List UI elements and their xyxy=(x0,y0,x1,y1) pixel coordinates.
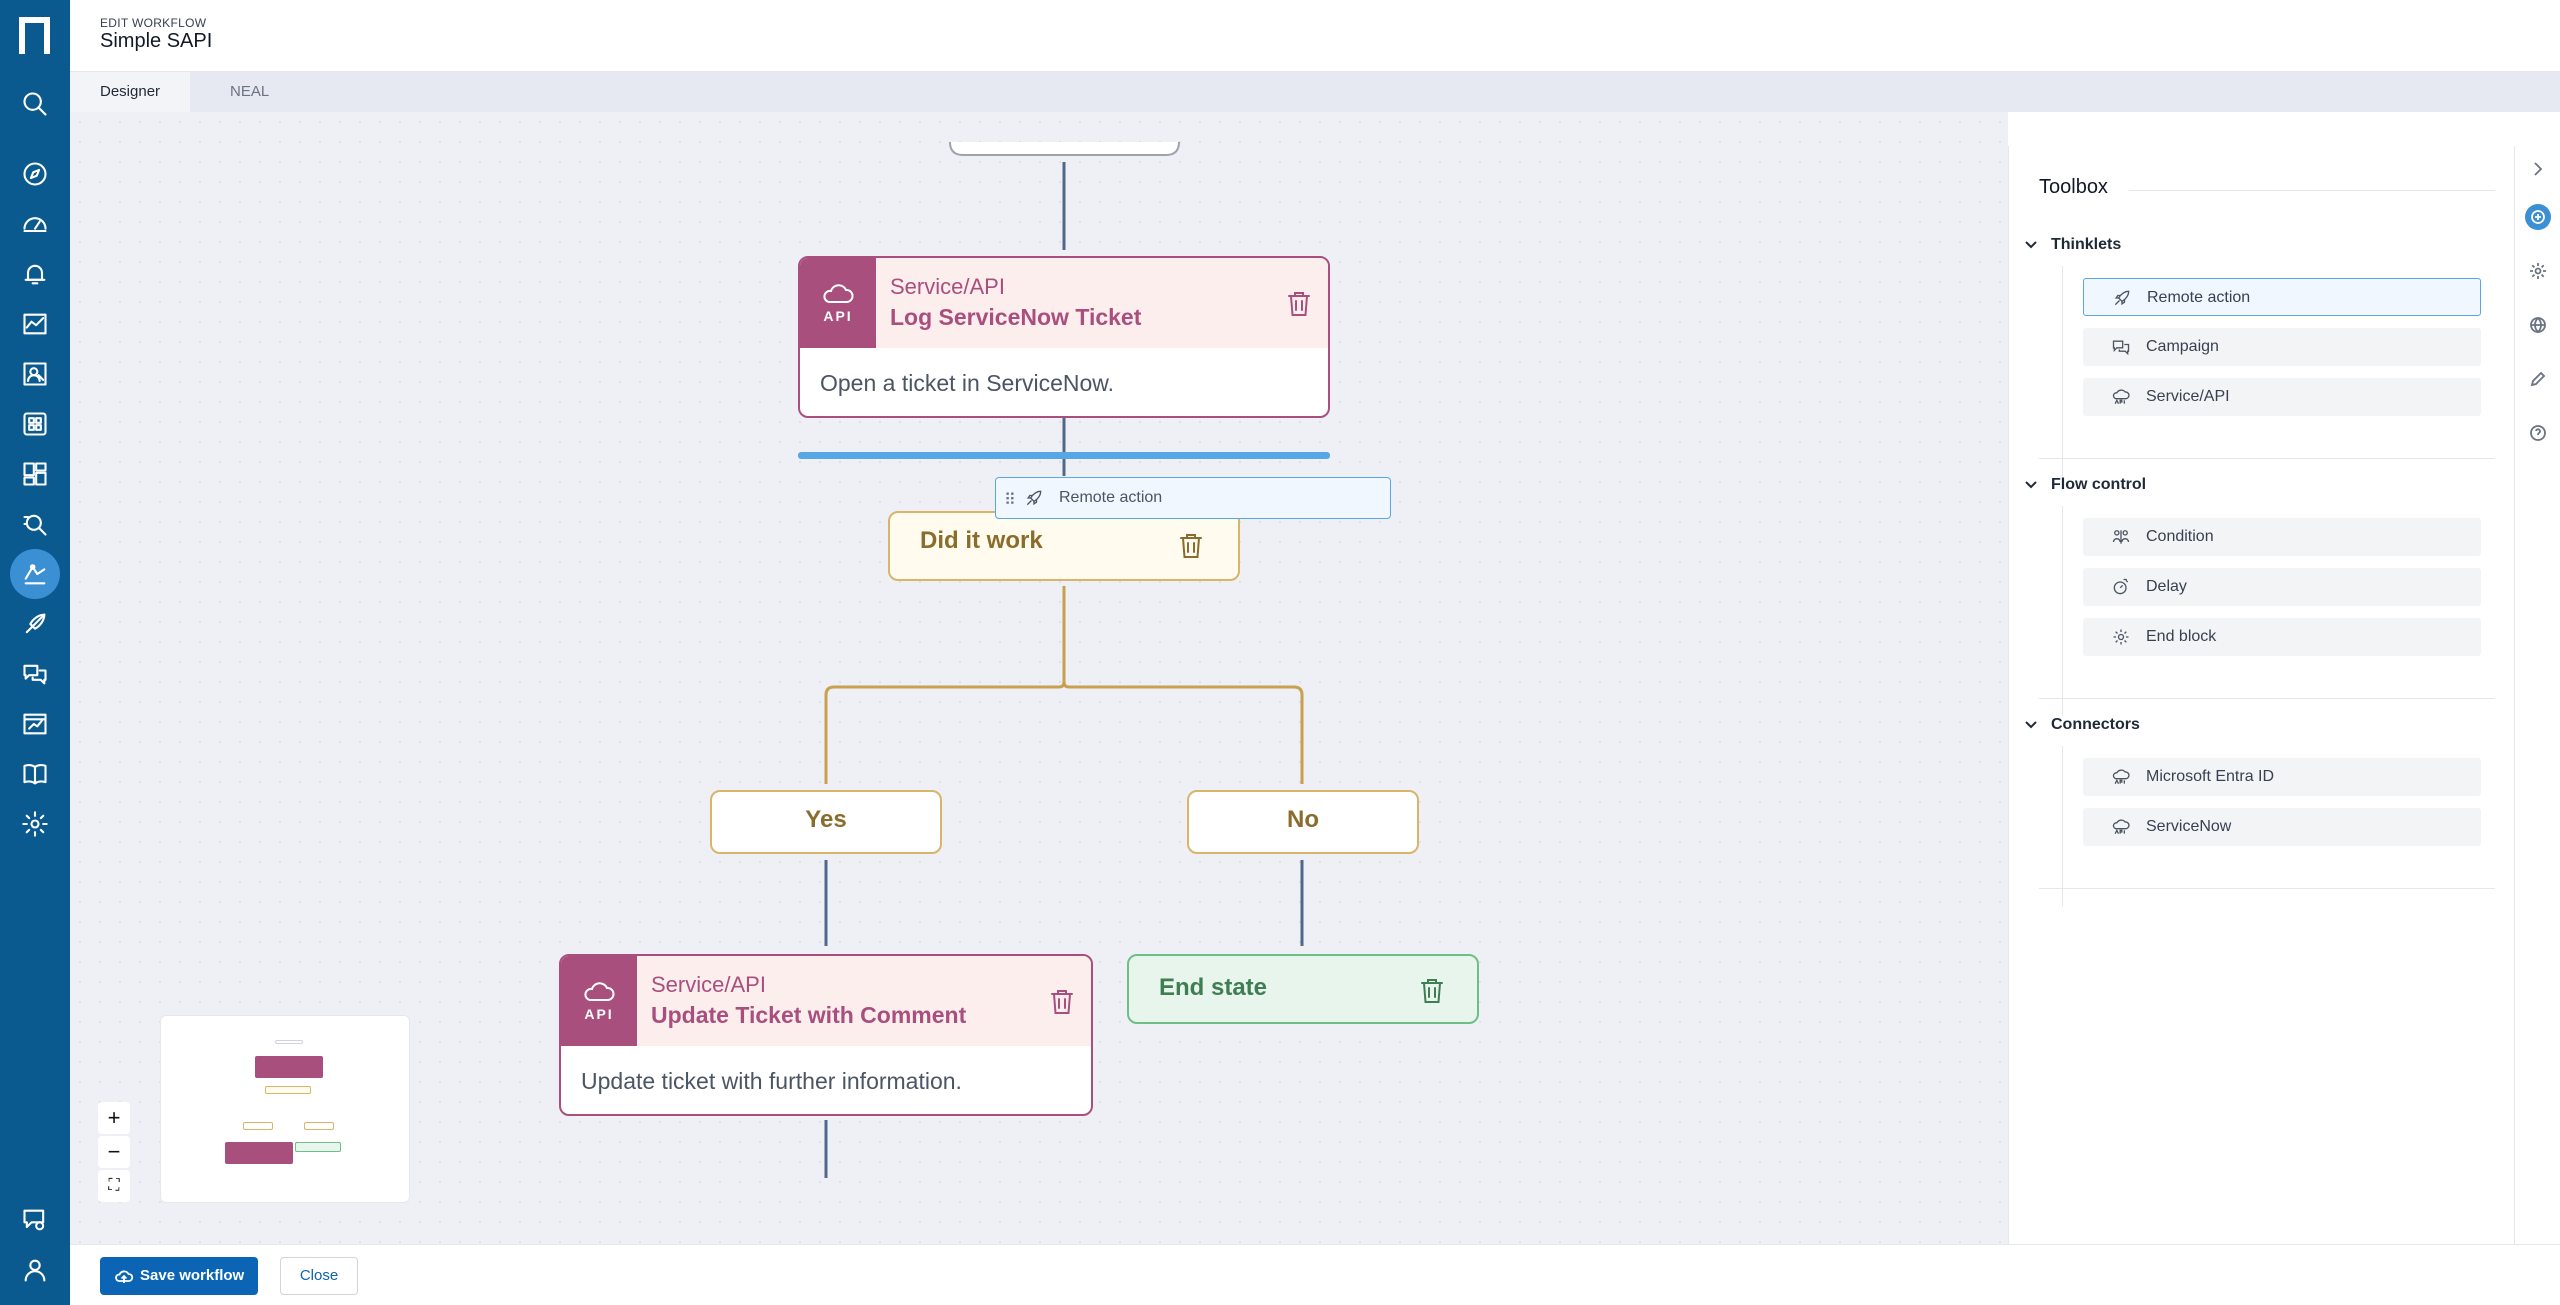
toolbox-panel: Toolbox Thinklets Remote action Campaign… xyxy=(2008,146,2514,1244)
cloud-api-icon xyxy=(2112,769,2130,784)
branch-yes-label: Yes xyxy=(805,806,847,833)
support-chat-icon[interactable] xyxy=(15,1200,55,1240)
workflows-icon[interactable] xyxy=(10,549,60,599)
cloud-api-icon xyxy=(2112,819,2130,834)
chevron-down-icon[interactable] xyxy=(2023,236,2039,252)
end-state-node[interactable]: End state xyxy=(1127,954,1479,1024)
drop-target-indicator xyxy=(798,452,1330,459)
service-node-log-ticket[interactable]: API Service/API Log ServiceNow Ticket Op… xyxy=(798,256,1330,418)
toolbox-item-service-api[interactable]: Service/API xyxy=(2083,378,2481,416)
settings-gear-icon[interactable] xyxy=(15,804,55,844)
dragged-remote-action[interactable]: ⠿ Remote action xyxy=(995,477,1391,519)
bell-icon[interactable] xyxy=(15,254,55,294)
timer-icon xyxy=(2113,578,2129,595)
delete-trash-icon[interactable] xyxy=(1178,532,1204,560)
add-circle-icon[interactable] xyxy=(2525,204,2551,230)
page-header: EDIT WORKFLOW Simple SAPI xyxy=(70,0,2560,72)
chevron-right-icon[interactable] xyxy=(2525,156,2551,182)
toolbox-item-servicenow[interactable]: ServiceNow xyxy=(2083,808,2481,846)
layout-icon[interactable] xyxy=(15,454,55,494)
toolbox-item-campaign[interactable]: Campaign xyxy=(2083,328,2481,366)
fit-view-button[interactable]: ⛶ xyxy=(98,1170,130,1202)
footer-bar: Save workflow Close xyxy=(70,1244,2560,1305)
save-workflow-button[interactable]: Save workflow xyxy=(100,1257,258,1295)
close-button[interactable]: Close xyxy=(280,1257,358,1295)
reports-icon[interactable] xyxy=(15,704,55,744)
toolbox-item-microsoft-entra-id[interactable]: Microsoft Entra ID xyxy=(2083,758,2481,796)
service-node-update-ticket[interactable]: API Service/API Update Ticket with Comme… xyxy=(559,954,1093,1116)
node-description: Open a ticket in ServiceNow. xyxy=(820,370,1115,396)
analytics-icon[interactable] xyxy=(15,304,55,344)
delete-trash-icon[interactable] xyxy=(1286,290,1312,318)
rocket-icon xyxy=(2114,290,2130,306)
delete-trash-icon[interactable] xyxy=(1419,977,1445,1005)
investigate-icon[interactable] xyxy=(15,504,55,544)
cloud-api-icon xyxy=(2112,389,2130,404)
rocket-icon[interactable] xyxy=(15,604,55,644)
compass-icon[interactable] xyxy=(15,154,55,194)
left-nav xyxy=(0,0,70,1305)
cloud-api-icon: API xyxy=(800,258,876,348)
section-connectors[interactable]: Connectors xyxy=(2051,716,2140,734)
end-state-label: End state xyxy=(1159,974,1268,1001)
user-search-icon[interactable] xyxy=(15,354,55,394)
cloud-upload-icon xyxy=(115,1270,134,1283)
user-profile-icon[interactable] xyxy=(15,1250,55,1290)
settings-gear-icon[interactable] xyxy=(2525,258,2551,284)
branch-yes[interactable]: Yes xyxy=(710,790,942,854)
section-thinklets[interactable]: Thinklets xyxy=(2051,236,2121,254)
zoom-out-button[interactable]: − xyxy=(98,1136,130,1168)
section-flow-control[interactable]: Flow control xyxy=(2051,476,2146,494)
node-name: Log ServiceNow Ticket xyxy=(890,304,1142,330)
header-eyebrow: EDIT WORKFLOW xyxy=(100,16,207,30)
chevron-down-icon[interactable] xyxy=(2023,476,2039,492)
tab-bar: Designer NEAL xyxy=(70,72,2560,112)
library-book-icon[interactable] xyxy=(15,754,55,794)
condition-icon xyxy=(2112,530,2130,544)
right-rail xyxy=(2514,146,2560,1244)
toolbox-item-remote-action[interactable]: Remote action xyxy=(2083,278,2481,316)
drag-chip-label: Remote action xyxy=(1059,489,1163,506)
apps-grid-icon[interactable] xyxy=(15,404,55,444)
cloud-api-icon: API xyxy=(561,956,637,1046)
chat-icon xyxy=(2112,340,2130,356)
page-title: Simple SAPI xyxy=(100,30,213,52)
pencil-icon[interactable] xyxy=(2525,366,2551,392)
campaign-chat-icon[interactable] xyxy=(15,654,55,694)
search-icon[interactable] xyxy=(15,84,55,124)
condition-label: Did it work xyxy=(920,527,1043,554)
globe-icon[interactable] xyxy=(2525,312,2551,338)
node-name: Update Ticket with Comment xyxy=(651,1002,967,1028)
rocket-icon xyxy=(1026,490,1042,506)
toolbox-item-end-block[interactable]: End block xyxy=(2083,618,2481,656)
condition-node[interactable]: Did it work xyxy=(888,511,1240,581)
delete-trash-icon[interactable] xyxy=(1049,988,1075,1016)
node-type: Service/API xyxy=(890,274,1005,299)
help-icon[interactable] xyxy=(2525,420,2551,446)
nexthink-logo[interactable] xyxy=(17,14,53,55)
branch-no[interactable]: No xyxy=(1187,790,1419,854)
node-type: Service/API xyxy=(651,972,766,997)
chevron-down-icon[interactable] xyxy=(2023,716,2039,732)
toolbox-title: Toolbox xyxy=(2039,176,2108,198)
dashboard-gauge-icon[interactable] xyxy=(15,204,55,244)
branch-no-label: No xyxy=(1287,806,1319,833)
node-description: Update ticket with further information. xyxy=(581,1068,962,1094)
tab-designer[interactable]: Designer xyxy=(70,72,191,112)
drag-handle-icon[interactable]: ⠿ xyxy=(1004,490,1016,510)
gear-icon xyxy=(2113,629,2129,645)
toolbox-item-delay[interactable]: Delay xyxy=(2083,568,2481,606)
tab-neal[interactable]: NEAL xyxy=(200,72,299,112)
minimap[interactable] xyxy=(160,1015,410,1203)
zoom-in-button[interactable]: + xyxy=(98,1102,130,1134)
trigger-node-stub xyxy=(949,141,1180,156)
workflow-canvas[interactable]: API Service/API Log ServiceNow Ticket Op… xyxy=(70,112,2008,1244)
toolbox-item-condition[interactable]: Condition xyxy=(2083,518,2481,556)
